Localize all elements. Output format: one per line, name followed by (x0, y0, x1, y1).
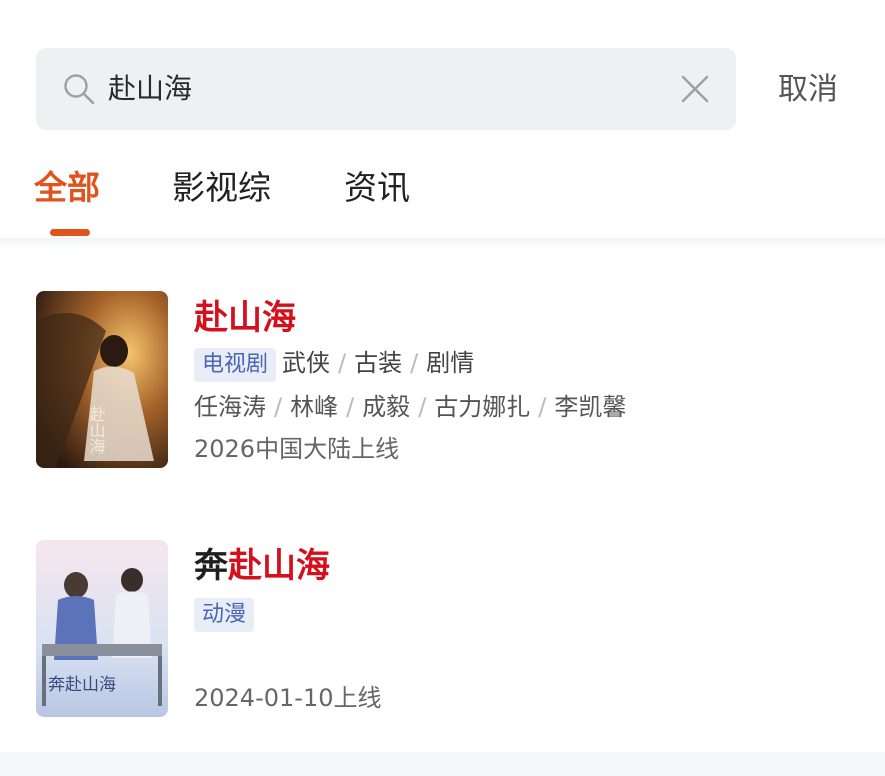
release-info: 2024-01-10上线 (194, 684, 382, 712)
tab-all[interactable]: 全部 (34, 166, 100, 210)
result-title[interactable]: 奔赴山海 (194, 544, 330, 588)
cast-member: 李凯馨 (554, 393, 627, 421)
close-icon[interactable] (678, 72, 712, 106)
active-tab-indicator (50, 229, 90, 236)
cast-member: 任海涛 (194, 393, 266, 421)
cast-member: 成毅 (362, 393, 411, 421)
result-tags: 电视剧 武侠 / 古装 / 剧情 (194, 346, 474, 382)
genre-tag: 古装 (354, 349, 403, 377)
poster-title: 奔赴山海 (48, 675, 116, 695)
genre-tag: 剧情 (426, 349, 475, 377)
genre-tag: 武侠 (282, 349, 331, 377)
poster-title: 赴山海 (87, 406, 106, 454)
result-title[interactable]: 赴山海 (194, 296, 296, 340)
result-tags: 动漫 (194, 596, 260, 632)
release-info: 2026中国大陆上线 (194, 435, 400, 463)
cast-member: 林峰 (290, 393, 339, 421)
search-icon (64, 74, 95, 105)
poster-image[interactable]: 赴山海 (36, 291, 168, 468)
tab-video[interactable]: 影视综 (172, 166, 271, 210)
tab-news[interactable]: 资讯 (344, 166, 410, 210)
search-input[interactable]: 赴山海 (108, 70, 192, 108)
result-cast: 任海涛 / 林峰 / 成毅 / 古力娜扎 / 李凯馨 (194, 393, 627, 421)
poster-image[interactable]: 奔赴山海 (36, 540, 168, 717)
section-divider (0, 238, 885, 250)
category-badge: 动漫 (194, 598, 255, 632)
category-badge: 电视剧 (194, 348, 277, 382)
cast-member: 古力娜扎 (434, 393, 531, 421)
cancel-button[interactable]: 取消 (778, 70, 838, 110)
bottom-bar (0, 752, 885, 776)
